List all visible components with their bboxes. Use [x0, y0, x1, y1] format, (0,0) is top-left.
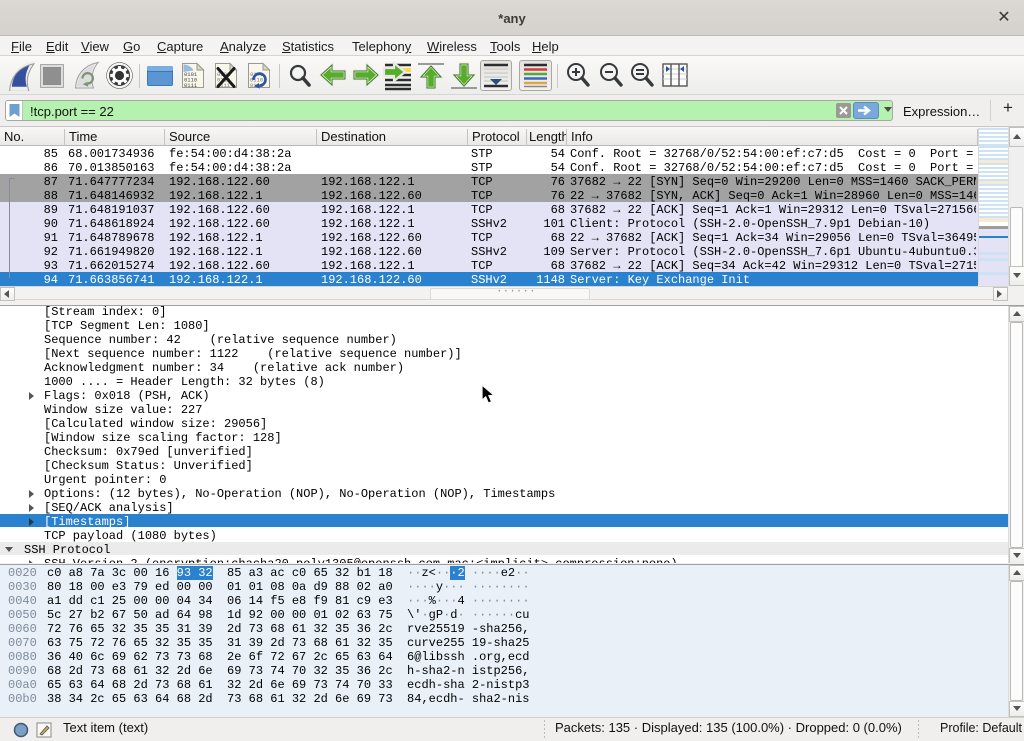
svg-text:0111: 0111 — [184, 82, 198, 89]
